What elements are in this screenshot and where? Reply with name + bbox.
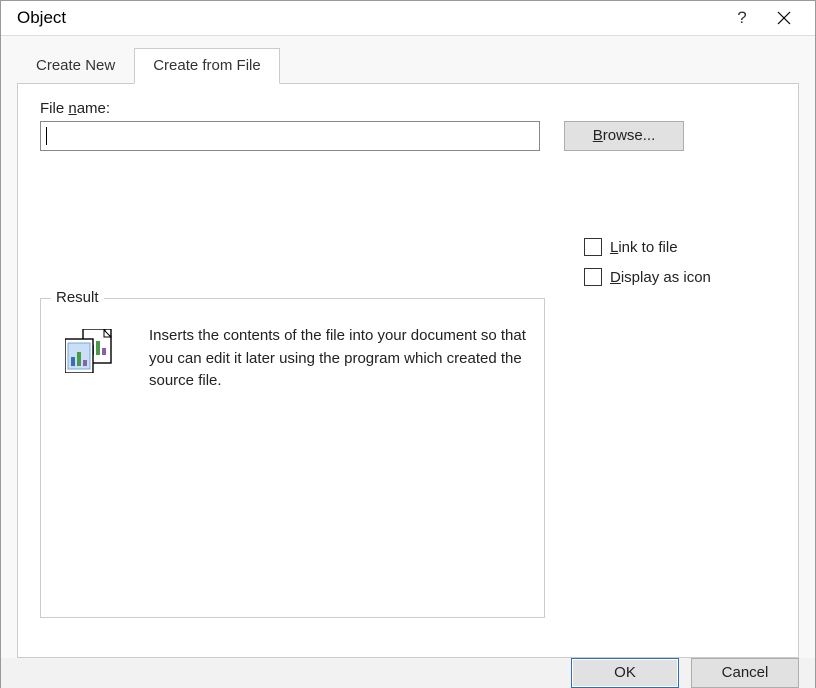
options-group: Link to file Display as icon xyxy=(584,238,711,298)
link-to-file-label: Link to file xyxy=(610,239,678,256)
help-button[interactable]: ? xyxy=(725,1,759,35)
checkbox-box-icon xyxy=(584,238,602,256)
dialog-body: Create New Create from File File name: B… xyxy=(1,36,815,658)
result-legend: Result xyxy=(51,289,104,306)
result-content: Inserts the contents of the file into yo… xyxy=(41,299,544,403)
result-group: Result xyxy=(40,298,545,618)
file-name-label: File name: xyxy=(40,100,776,117)
display-as-icon-checkbox[interactable]: Display as icon xyxy=(584,268,711,286)
display-as-icon-label: Display as icon xyxy=(610,269,711,286)
close-icon xyxy=(777,11,791,25)
tab-create-from-file[interactable]: Create from File xyxy=(134,48,280,84)
tab-panel: File name: Browse... Link to file Displa… xyxy=(17,83,799,658)
dialog-title: Object xyxy=(17,8,725,28)
file-name-input[interactable] xyxy=(40,121,540,151)
browse-button[interactable]: Browse... xyxy=(564,121,684,151)
result-description: Inserts the contents of the file into yo… xyxy=(149,325,526,393)
ok-button[interactable]: OK xyxy=(571,658,679,688)
link-to-file-checkbox[interactable]: Link to file xyxy=(584,238,711,256)
titlebar: Object ? xyxy=(1,1,815,36)
object-dialog: Object ? Create New Create from File Fil… xyxy=(0,0,816,688)
text-caret xyxy=(46,127,47,145)
tab-strip: Create New Create from File xyxy=(17,48,799,83)
cancel-button[interactable]: Cancel xyxy=(691,658,799,688)
file-name-row: Browse... xyxy=(40,121,776,151)
embed-file-icon xyxy=(65,329,117,393)
tab-create-new[interactable]: Create New xyxy=(17,48,134,83)
dialog-footer: OK Cancel xyxy=(1,658,815,688)
close-button[interactable] xyxy=(767,1,801,35)
checkbox-box-icon xyxy=(584,268,602,286)
